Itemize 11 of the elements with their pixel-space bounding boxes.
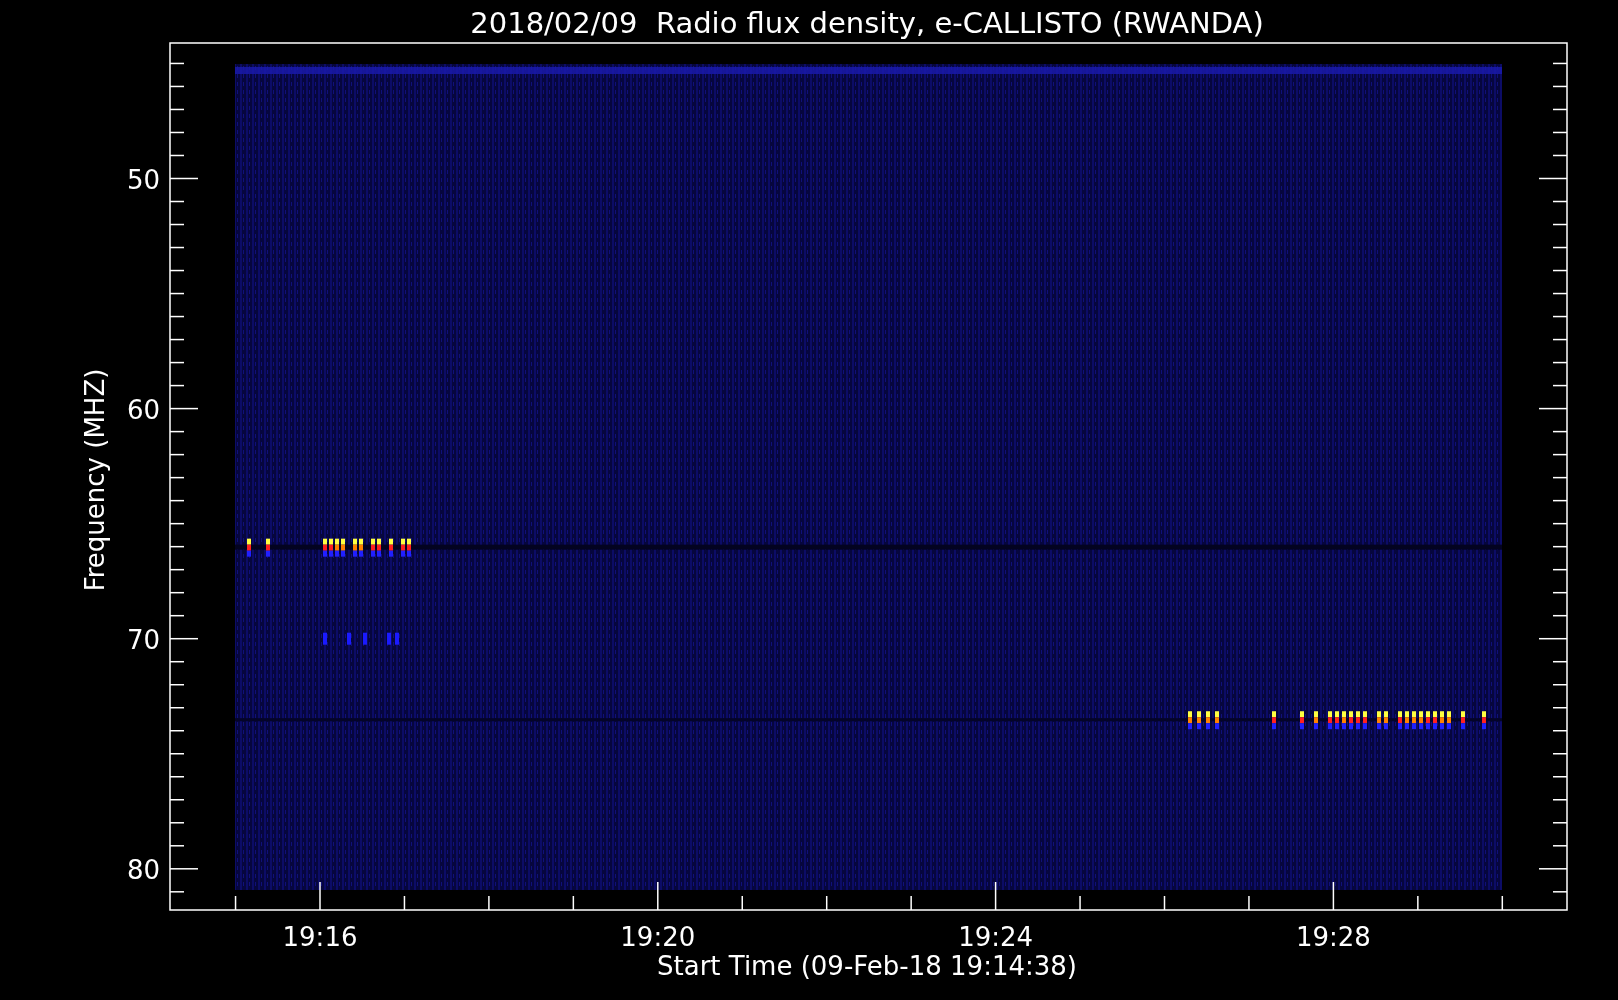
y-tick-label: 80 [126, 854, 160, 885]
x-tick-label: 19:24 [958, 922, 1034, 952]
y-tick-label: 60 [126, 394, 160, 425]
x-axis-label: Start Time (09-Feb-18 19:14:38) [657, 951, 1077, 981]
x-tick-label: 19:28 [1295, 922, 1371, 952]
y-axis-label: Frequency (MHZ) [80, 368, 110, 592]
x-tick-label: 19:20 [620, 922, 696, 952]
chart-title: 2018/02/09 Radio flux density, e-CALLISTO (RWANDA) [470, 6, 1264, 40]
y-tick-label: 70 [126, 624, 160, 655]
x-tick-label: 19:16 [282, 922, 358, 952]
y-tick-label: 50 [126, 164, 160, 195]
